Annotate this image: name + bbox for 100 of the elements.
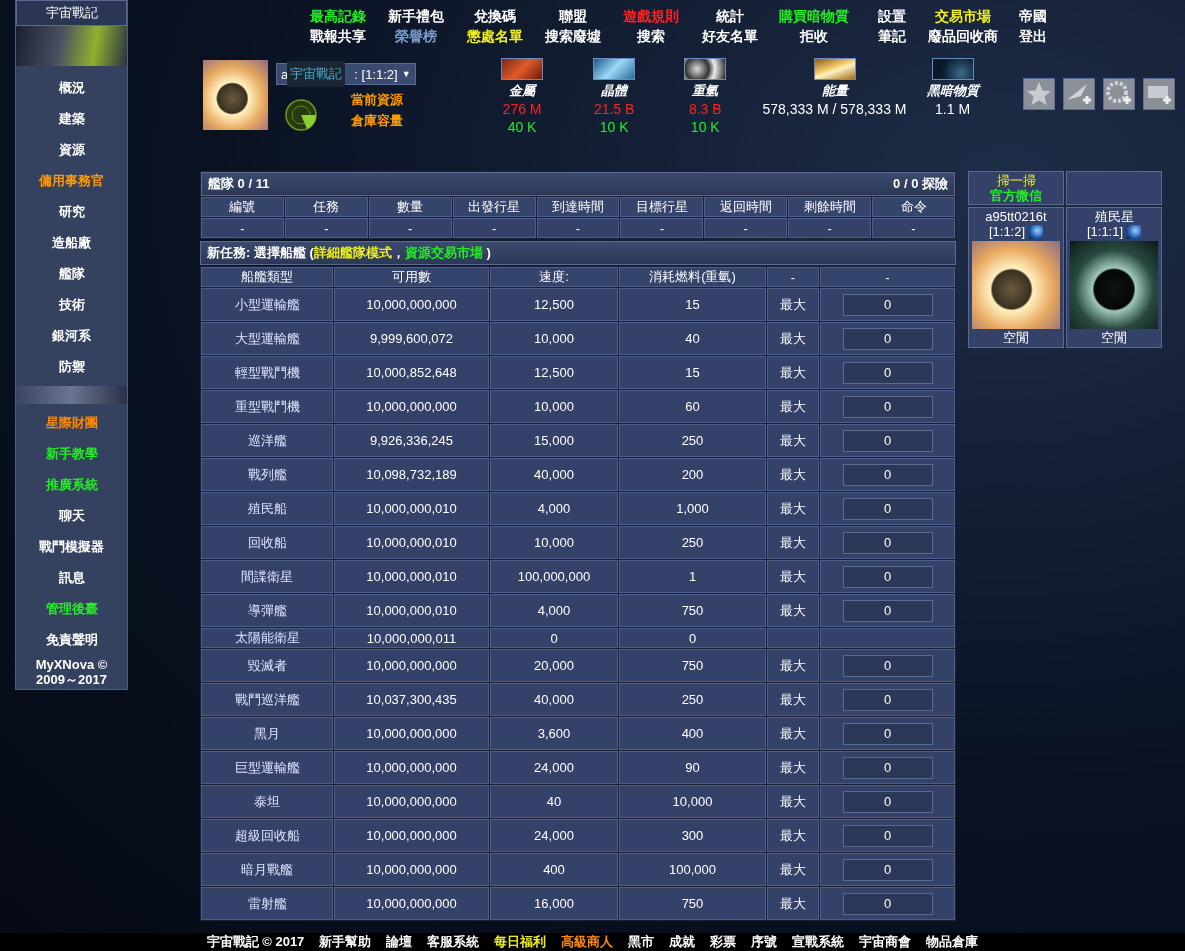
ship-name-cell[interactable]: 巨型運輸艦 [201,751,333,784]
footer-link[interactable]: 序號 [751,933,778,951]
nav-link[interactable]: 最高記錄 [310,8,366,26]
nav-link[interactable]: 筆記 [878,28,906,46]
footer-link[interactable]: 客服系統 [427,933,480,951]
ship-name-cell[interactable]: 戰鬥巡洋艦 [201,683,333,716]
sidebar-link[interactable]: 免責聲明 [45,624,98,655]
footer-link[interactable]: 論壇 [386,933,413,951]
ship-name-cell[interactable]: 暗月戰艦 [201,853,333,886]
sidebar-link[interactable]: 傭用事務官 [39,165,104,196]
footer-link[interactable]: 成就 [669,933,696,951]
quantity-field[interactable]: 0 [842,361,933,384]
nav-link[interactable]: 購買暗物質 [779,8,849,26]
footer-link[interactable]: 物品倉庫 [926,933,979,951]
nav-link[interactable]: 廢品回收商 [928,28,998,46]
station-plus-icon[interactable] [1143,78,1175,110]
sidebar-link[interactable]: 建築 [58,103,85,134]
nav-link[interactable]: 拒收 [800,28,828,46]
quantity-field[interactable]: 0 [842,892,933,915]
quantity-field[interactable]: 0 [842,429,933,452]
planet-card[interactable]: a95tt0216t [1:1:2] 空閒 [968,207,1064,348]
sidebar-link[interactable]: 資源 [58,134,85,165]
planet-card[interactable]: 殖民星 [1:1:1] 空閒 [1066,207,1162,348]
nav-link[interactable]: 交易市場 [935,8,991,26]
ship-name-cell[interactable]: 泰坦 [201,785,333,818]
resource-capacity: 40 K [507,118,537,136]
sidebar-link[interactable]: 防禦 [58,351,85,382]
ship-name-cell[interactable]: 大型運輸艦 [201,322,333,355]
ship-name-cell[interactable]: 黑月 [201,717,333,750]
sidebar-link[interactable]: 新手教學 [45,438,98,469]
footer-link[interactable]: 宇宙商會 [859,933,912,951]
sidebar-link[interactable]: 推廣系統 [45,469,98,500]
nav-link[interactable]: 榮譽榜 [394,28,437,46]
quantity-field[interactable]: 0 [842,395,933,418]
footer-link[interactable]: 高級商人 [561,933,614,951]
nav-link[interactable]: 新手禮包 [387,8,444,26]
sidebar-link[interactable]: 造船廠 [52,227,91,258]
ship-name-cell[interactable]: 殖民船 [201,492,333,525]
wechat-link[interactable]: 官方微信 [990,188,1042,203]
ship-name-cell[interactable]: 太陽能衛星 [201,628,333,648]
ship-name-cell[interactable]: 小型運輸艦 [201,288,333,321]
footer-link[interactable]: 每日福利 [494,933,547,951]
quantity-field[interactable]: 0 [842,858,933,881]
quantity-field[interactable]: 0 [842,327,933,350]
sidebar-link[interactable]: 戰鬥模擬器 [39,531,104,562]
footer-link[interactable]: 彩票 [710,933,737,951]
quantity-field[interactable]: 0 [842,463,933,486]
ship-name-cell[interactable]: 雷射艦 [201,887,333,920]
ship-name-cell[interactable]: 巡洋艦 [201,424,333,457]
footer-link[interactable]: 黑市 [628,933,655,951]
quantity-field[interactable]: 0 [842,756,933,779]
ship-name-cell[interactable]: 輕型戰鬥機 [201,356,333,389]
fleet-mode-link[interactable]: 詳細艦隊模式 [313,245,392,260]
ship-name-cell[interactable]: 導彈艦 [201,594,333,627]
nav-link[interactable]: 懲處名單 [467,28,523,46]
nav-link[interactable]: 戰報共享 [310,28,366,46]
market-link[interactable]: 資源交易市場 [404,245,483,260]
nav-link[interactable]: 兌換碼 [474,8,516,26]
footer-link[interactable]: 新手幫助 [319,933,372,951]
quantity-field[interactable]: 0 [842,531,933,554]
sidebar-link[interactable]: 訊息 [58,562,85,593]
footer-link[interactable]: 宣戰系統 [792,933,845,951]
quantity-field[interactable]: 0 [842,293,933,316]
ship-plus-icon[interactable] [1063,78,1095,110]
ship-name-cell[interactable]: 戰列艦 [201,458,333,491]
gear-plus-icon[interactable] [1103,78,1135,110]
ship-name-cell[interactable]: 回收船 [201,526,333,559]
sidebar-link[interactable]: 艦隊 [58,258,85,289]
nav-link[interactable]: 好友名單 [702,28,758,46]
ship-name-cell[interactable]: 超級回收船 [201,819,333,852]
footer-link[interactable]: 宇宙戰記 © 2017 [206,933,305,951]
quantity-field[interactable]: 0 [842,722,933,745]
nav-link[interactable]: 聯盟 [559,8,587,26]
nav-link[interactable]: 登出 [1019,28,1047,46]
ship-name-cell[interactable]: 毀滅者 [201,649,333,682]
starfield-icon [931,58,974,80]
table-cell: 10,000,000,010 [334,594,489,627]
sidebar-link[interactable]: 聊天 [58,500,85,531]
quantity-field[interactable]: 0 [842,565,933,588]
sidebar-link[interactable]: 概況 [58,72,85,103]
nav-link[interactable]: 搜索 [637,28,665,46]
sidebar-link[interactable]: 管理後臺 [45,593,98,624]
quantity-field[interactable]: 0 [842,599,933,622]
quantity-field[interactable]: 0 [842,654,933,677]
ship-name-cell[interactable]: 重型戰鬥機 [201,390,333,423]
nav-link[interactable]: 搜索廢墟 [545,28,601,46]
sidebar-link[interactable]: 星際財團 [45,407,98,438]
sidebar-link[interactable]: 研究 [58,196,85,227]
nav-link[interactable]: 遊戲規則 [623,8,679,26]
nav-link[interactable]: 帝國 [1019,8,1047,26]
quantity-field[interactable]: 0 [842,688,933,711]
nav-link[interactable]: 統計 [716,8,744,26]
ship-name-cell[interactable]: 間諜衛星 [201,560,333,593]
quantity-field[interactable]: 0 [842,497,933,520]
nav-link[interactable]: 設置 [878,8,906,26]
table-cell: 10,098,732,189 [334,458,489,491]
sidebar-link[interactable]: 技術 [58,289,85,320]
quantity-field[interactable]: 0 [842,824,933,847]
quantity-field[interactable]: 0 [842,790,933,813]
sidebar-link[interactable]: 銀河系 [52,320,91,351]
